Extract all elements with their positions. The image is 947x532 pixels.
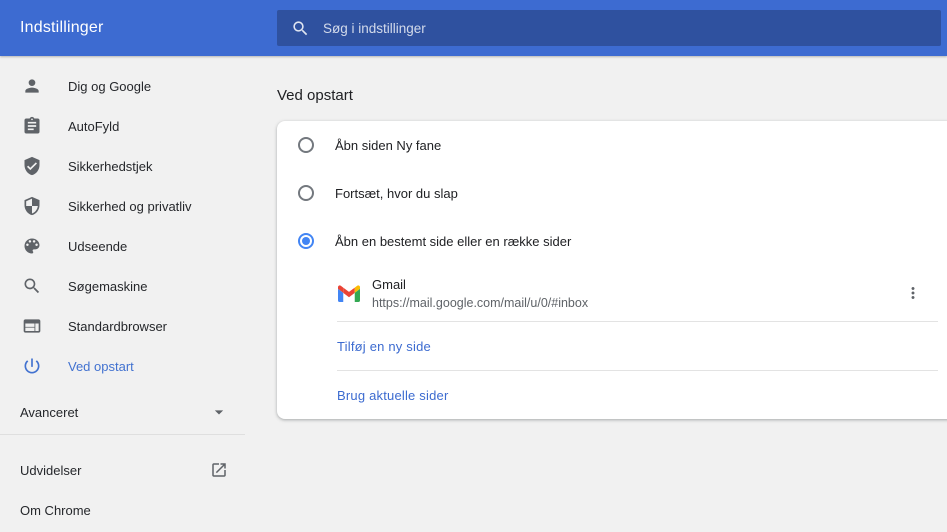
sidebar-item-label: Sikkerhedstjek	[68, 158, 153, 174]
option-open-specific-pages[interactable]: Åbn en bestemt side eller en række sider	[277, 217, 947, 265]
sidebar-item-label: Sikkerhed og privatliv	[68, 198, 192, 214]
option-label: Fortsæt, hvor du slap	[335, 185, 458, 201]
advanced-label: Avanceret	[20, 404, 79, 420]
chrome-settings-page: Indstillinger Dig og Google AutoFyld	[0, 0, 947, 532]
use-current-pages-button[interactable]: Brug aktuelle sider	[277, 371, 947, 419]
settings-search-box[interactable]	[277, 10, 941, 46]
appearance-icon	[24, 238, 40, 254]
power-icon	[24, 358, 40, 374]
startup-page-info: Gmail https://mail.google.com/mail/u/0/#…	[372, 277, 588, 310]
autofill-icon	[24, 116, 40, 134]
option-label: Åbn en bestemt side eller en række sider	[335, 233, 572, 249]
sidebar-item-autofill[interactable]: AutoFyld	[0, 106, 250, 146]
open-in-new-icon	[212, 463, 226, 477]
safety-check-icon	[24, 156, 40, 176]
content-area: Dig og Google AutoFyld Sikkerhedstjek Si…	[0, 56, 947, 532]
chevron-down-icon	[214, 410, 224, 415]
section-title: Ved opstart	[277, 87, 353, 104]
gmail-icon	[338, 284, 360, 302]
sidebar-item-label: Udseende	[68, 238, 128, 254]
add-new-page-label: Tilføj en ny side	[337, 338, 431, 354]
sidebar-item-on-startup[interactable]: Ved opstart	[0, 346, 250, 386]
sidebar-item-privacy-security[interactable]: Sikkerhed og privatliv	[0, 186, 250, 226]
about-label: Om Chrome	[20, 502, 91, 518]
radio-button-selected[interactable]	[298, 233, 314, 249]
option-label: Åbn siden Ny fane	[335, 137, 442, 153]
extensions-label: Udvidelser	[20, 462, 82, 478]
add-new-page-button[interactable]: Tilføj en ny side	[277, 322, 947, 370]
sidebar-advanced-toggle[interactable]: Avanceret	[0, 392, 250, 432]
radio-button[interactable]	[298, 137, 314, 153]
sidebar-item-label: Søgemaskine	[68, 278, 148, 294]
search-input[interactable]	[323, 20, 941, 36]
settings-main: Ved opstart Åbn siden Ny fane Fortsæt, h…	[250, 56, 947, 532]
sidebar-item-label: Standardbrowser	[68, 318, 167, 334]
default-browser-icon	[23, 319, 41, 333]
page-title: Indstillinger	[20, 19, 104, 36]
sidebar-item-appearance[interactable]: Udseende	[0, 226, 250, 266]
startup-page-name: Gmail	[372, 276, 406, 292]
sidebar-item-about-chrome[interactable]: Om Chrome	[0, 490, 250, 530]
sidebar-item-extensions[interactable]: Udvidelser	[0, 450, 250, 490]
startup-page-url: https://mail.google.com/mail/u/0/#inbox	[372, 295, 589, 310]
sidebar-item-label: AutoFyld	[68, 118, 120, 134]
search-engine-icon	[24, 278, 40, 294]
more-vert-icon	[911, 287, 915, 299]
sidebar-item-default-browser[interactable]: Standardbrowser	[0, 306, 250, 346]
sidebar-item-label: Dig og Google	[68, 78, 152, 94]
header: Indstillinger	[0, 0, 947, 56]
on-startup-card: Åbn siden Ny fane Fortsæt, hvor du slap …	[277, 121, 947, 419]
startup-page-row[interactable]: Gmail https://mail.google.com/mail/u/0/#…	[277, 265, 947, 321]
person-icon	[25, 79, 39, 93]
use-current-pages-label: Brug aktuelle sider	[337, 387, 449, 403]
option-continue-where-left-off[interactable]: Fortsæt, hvor du slap	[277, 169, 947, 217]
search-icon	[293, 20, 308, 35]
security-icon	[24, 196, 40, 216]
settings-sidebar: Dig og Google AutoFyld Sikkerhedstjek Si…	[0, 56, 250, 532]
option-open-new-tab[interactable]: Åbn siden Ny fane	[277, 121, 947, 169]
sidebar-item-you-and-google[interactable]: Dig og Google	[0, 66, 250, 106]
radio-button[interactable]	[298, 185, 314, 201]
sidebar-item-label: Ved opstart	[68, 358, 134, 374]
more-actions-button[interactable]	[899, 279, 927, 307]
sidebar-item-search-engine[interactable]: Søgemaskine	[0, 266, 250, 306]
sidebar-divider	[0, 434, 245, 435]
sidebar-item-safety-check[interactable]: Sikkerhedstjek	[0, 146, 250, 186]
